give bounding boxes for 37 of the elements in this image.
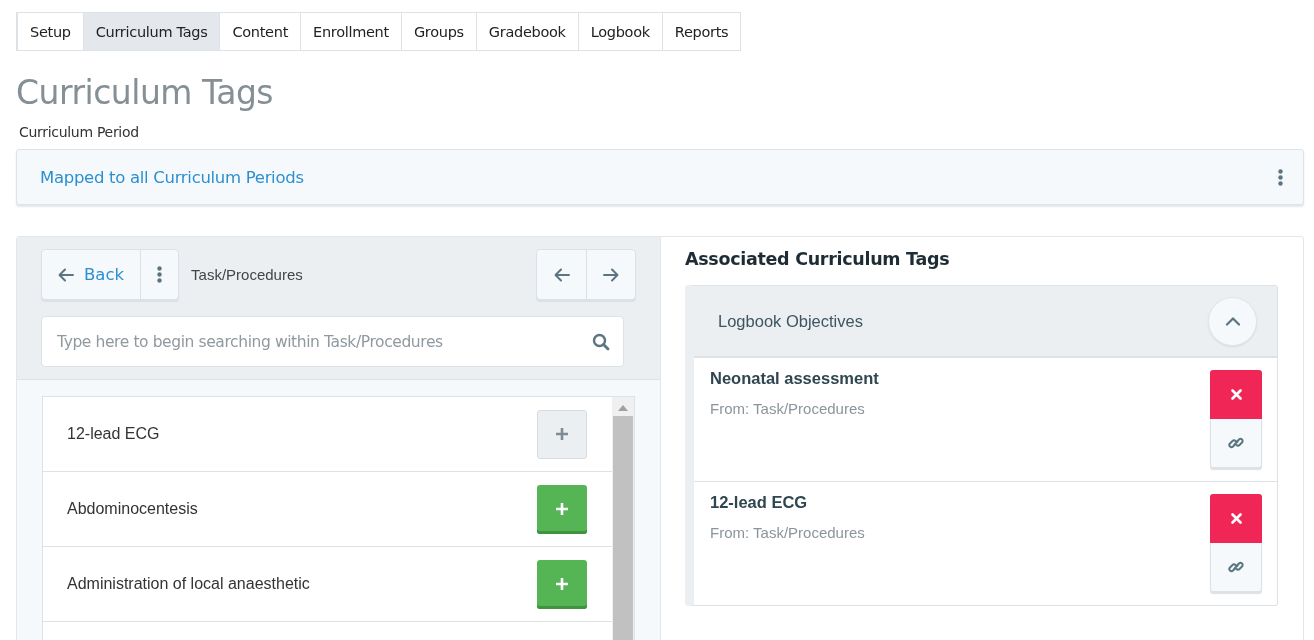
add-button[interactable] [537, 484, 587, 534]
link-button[interactable] [1210, 543, 1262, 592]
tag-name: Neonatal assessment [710, 369, 879, 388]
close-icon [1230, 513, 1242, 524]
arrow-right-icon [603, 267, 619, 282]
tag-name: Administration of local anaesthetic [67, 575, 310, 593]
tag-name: 12-lead ECG [710, 493, 809, 512]
link-icon [1228, 559, 1244, 575]
search-icon [592, 333, 610, 351]
scrollbar[interactable] [612, 397, 634, 640]
page-title: Curriculum Tags [16, 73, 274, 112]
field-label: Curriculum Period [19, 124, 140, 140]
arrow-left-icon [553, 267, 570, 282]
collapse-button[interactable] [1208, 296, 1257, 346]
link-button[interactable] [1210, 419, 1262, 468]
breadcrumb: Task/Procedures [191, 266, 304, 283]
remove-button[interactable] [1210, 370, 1262, 419]
search-field[interactable]: Type here to begin searching within Task/Procedures [41, 316, 624, 367]
nav-tab[interactable]: Curriculum Tags [82, 13, 220, 50]
arrow-left-icon [58, 267, 74, 282]
section-title: Associated Curriculum Tags [685, 249, 951, 269]
plus-icon [555, 427, 569, 441]
group-title: Logbook Objectives [718, 311, 863, 331]
plus-icon [555, 577, 569, 591]
more-options-button[interactable] [1278, 168, 1283, 186]
more-options-icon [157, 266, 163, 283]
tag-name: 12-lead ECG [67, 425, 160, 443]
tag-name: Abdominocentesis [67, 500, 198, 518]
add-button[interactable] [537, 559, 587, 609]
chevron-up-icon [1224, 316, 1241, 326]
tag-source: From: Task/Procedures [710, 524, 865, 541]
remove-button[interactable] [1210, 494, 1262, 543]
more-options-icon [1278, 168, 1283, 186]
tag-source: From: Task/Procedures [710, 400, 866, 417]
close-icon [1230, 389, 1242, 400]
link-icon [1228, 435, 1244, 451]
plus-icon [555, 502, 569, 516]
